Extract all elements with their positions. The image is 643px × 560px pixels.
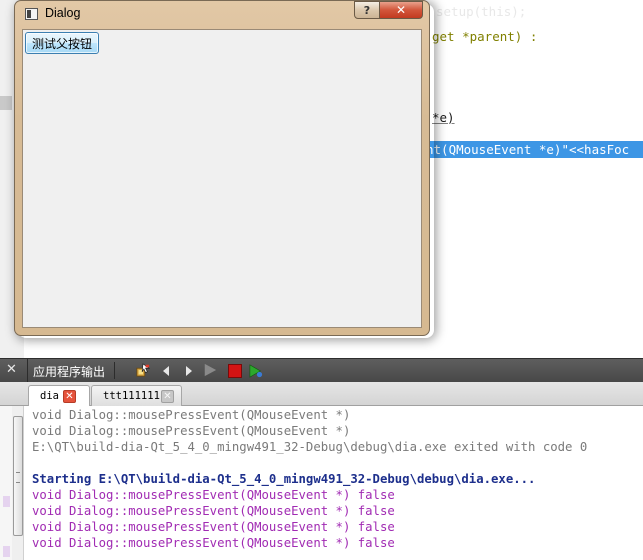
attach-debugger-icon[interactable] — [136, 363, 150, 377]
caption-buttons: ? ✕ — [354, 1, 423, 21]
output-scrollbar[interactable] — [12, 406, 24, 560]
toolbar-divider — [27, 359, 28, 383]
output-line: void Dialog::mousePressEvent(QMouseEvent… — [32, 488, 395, 502]
selected-code-line[interactable]: nt(QMouseEvent *e)"<<hasFoc — [420, 141, 643, 158]
output-line: void Dialog::mousePressEvent(QMouseEvent… — [32, 424, 351, 438]
debug-run-icon[interactable] — [249, 364, 263, 378]
output-line: E:\QT\build-dia-Qt_5_4_0_mingw491_32-Deb… — [32, 440, 588, 454]
output-line: void Dialog::mousePressEvent(QMouseEvent… — [32, 520, 395, 534]
help-button[interactable]: ? — [354, 1, 380, 19]
dialog-titlebar[interactable]: Dialog ? ✕ — [15, 1, 429, 29]
screen: setup(this); get *parent) : *e) nt(QMous… — [0, 0, 643, 560]
tab-label: dia — [40, 390, 59, 402]
next-arrow-icon[interactable] — [181, 364, 195, 378]
tab-close-icon[interactable]: ✕ — [63, 390, 76, 403]
tab-close-icon[interactable]: ✕ — [161, 390, 174, 403]
tab-label: ttt111111 — [103, 390, 160, 402]
stop-icon[interactable] — [228, 364, 242, 378]
code-line-ghost: setup(this); — [436, 4, 527, 19]
code-line[interactable]: get *parent) : — [432, 29, 537, 45]
output-line: void Dialog::mousePressEvent(QMouseEvent… — [32, 504, 395, 518]
tab-ttt111111[interactable]: ttt111111 ✕ — [91, 385, 182, 406]
close-icon: ✕ — [395, 3, 407, 17]
window-app-icon — [25, 8, 38, 20]
output-line: Starting E:\QT\build-dia-Qt_5_4_0_mingw4… — [32, 472, 536, 486]
scrollbar-grip — [16, 472, 20, 483]
run-icon[interactable] — [203, 363, 217, 377]
help-icon: ? — [363, 3, 371, 17]
dialog-title: Dialog — [45, 6, 81, 20]
toolbar-divider — [114, 362, 115, 379]
tab-dia[interactable]: dia ✕ — [28, 385, 90, 407]
output-side-strip — [0, 406, 12, 560]
selected-code-text: nt(QMouseEvent *e)"<<hasFoc — [426, 142, 630, 157]
dialog-client-area: 测试父按钮 — [22, 29, 422, 328]
prev-arrow-icon[interactable] — [160, 364, 174, 378]
output-line: void Dialog::mousePressEvent(QMouseEvent… — [32, 408, 351, 422]
output-marker — [3, 546, 10, 557]
close-button[interactable]: ✕ — [380, 1, 423, 19]
panel-close-icon[interactable]: ✕ — [6, 362, 17, 377]
code-line-text: *e) — [432, 110, 455, 125]
output-tab-bar: dia ✕ ttt111111 ✕ — [0, 382, 643, 407]
output-panel-toolbar: ✕ 应用程序输出 — [0, 358, 643, 383]
output-line: void Dialog::mousePressEvent(QMouseEvent… — [32, 536, 395, 550]
code-line-text: get *parent) : — [432, 29, 538, 44]
code-line[interactable]: *e) — [432, 110, 455, 126]
output-panel-title: 应用程序输出 — [33, 365, 106, 379]
gutter-marker — [0, 96, 12, 110]
scrollbar-thumb[interactable] — [13, 416, 23, 536]
output-marker — [3, 496, 10, 507]
test-parent-button[interactable]: 测试父按钮 — [25, 32, 99, 54]
application-output[interactable]: void Dialog::mousePressEvent(QMouseEvent… — [0, 406, 643, 560]
dialog-window[interactable]: Dialog ? ✕ 测试父按钮 — [14, 0, 430, 336]
